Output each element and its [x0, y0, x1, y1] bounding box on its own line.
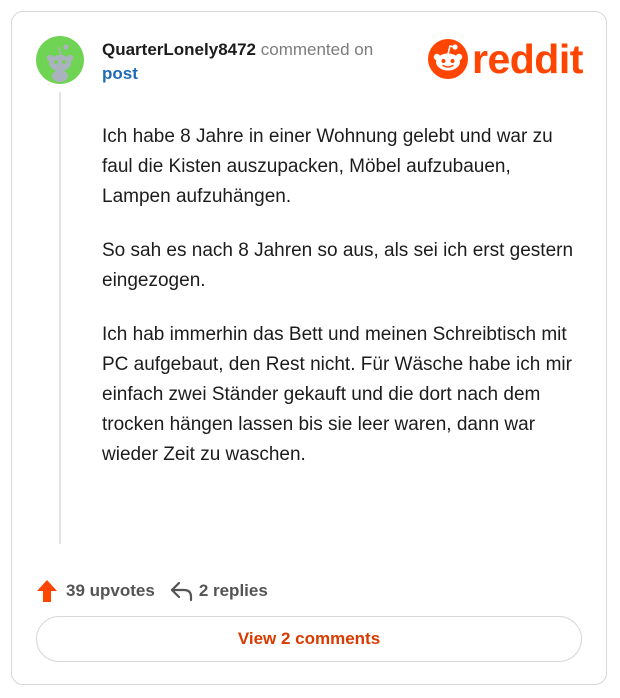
upvote-arrow-icon[interactable]	[36, 579, 58, 603]
comment-header: QuarterLonely8472 commented on	[102, 39, 373, 61]
post-link[interactable]: post	[102, 63, 138, 85]
reply-count: 2 replies	[198, 581, 268, 600]
reply-control[interactable]: 2 replies	[169, 580, 268, 602]
comment-paragraph: Ich hab immerhin das Bett und meinen Sch…	[102, 324, 572, 465]
comment-card: QuarterLonely8472 commented on post redd…	[11, 11, 607, 685]
upvote-control[interactable]: 39 upvotes	[36, 579, 155, 603]
comment-paragraph: So sah es nach 8 Jahren so aus, als sei …	[102, 240, 574, 291]
reddit-wordmark: reddit	[472, 36, 583, 82]
thread-line	[59, 92, 61, 544]
action-text: commented on	[260, 40, 374, 59]
reply-arrow-icon[interactable]	[169, 580, 193, 602]
upvote-count: 39 upvotes	[66, 581, 155, 600]
reddit-logo: reddit	[428, 36, 583, 82]
snoo-avatar-icon[interactable]	[36, 36, 84, 84]
comment-footer: 39 upvotes 2 replies	[36, 578, 268, 604]
comment-body: Ich habe 8 Jahre in einer Wohnung gelebt…	[102, 122, 580, 494]
reddit-snoo-icon	[428, 39, 468, 79]
username[interactable]: QuarterLonely8472	[102, 40, 256, 59]
view-comments-button[interactable]: View 2 comments	[36, 616, 582, 662]
comment-paragraph: Ich habe 8 Jahre in einer Wohnung gelebt…	[102, 126, 553, 207]
